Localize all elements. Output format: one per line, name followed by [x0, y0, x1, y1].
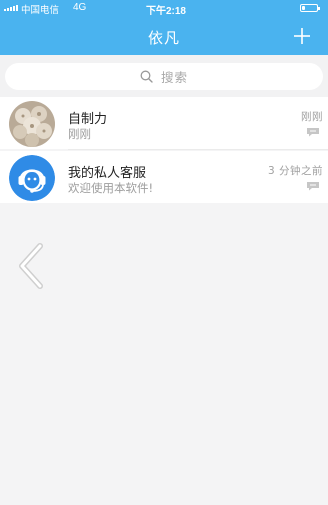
conversation-item-zizhili[interactable]: 自制力 刚刚 刚刚 — [0, 97, 328, 150]
conversation-time: 3 分钟之前 — [267, 165, 323, 177]
conversation-preview: 刚刚 — [68, 127, 91, 141]
conversation-name: 自制力 — [68, 112, 108, 127]
signal-strength-icon — [4, 5, 18, 11]
message-bubble-icon — [307, 182, 319, 191]
carrier-name: 中国电信 — [21, 5, 60, 16]
conversation-name: 我的私人客服 — [68, 166, 147, 181]
page-title: 依凡 — [147, 29, 180, 47]
search-bar: 搜索 — [0, 55, 328, 97]
conversation-preview: 欢迎使用本软件! — [68, 181, 154, 195]
network-type: 4G — [73, 2, 87, 13]
back-button[interactable] — [14, 241, 50, 291]
chevron-left-icon — [19, 243, 43, 289]
message-bubble-icon — [307, 128, 319, 137]
navigation-bar: 依凡 — [0, 17, 328, 55]
conversation-list: 自制力 刚刚 刚刚 我的私人客服 欢迎使用本软件! 3 分钟之前 — [0, 97, 328, 203]
status-time: 下午2:18 — [145, 6, 186, 17]
search-input[interactable]: 搜索 — [5, 63, 323, 90]
divider — [68, 149, 328, 150]
headset-support-icon — [9, 155, 55, 201]
battery-icon — [300, 4, 320, 12]
photo-avatar — [9, 101, 55, 147]
status-bar: 中国电信 4G 下午2:18 — [0, 0, 328, 17]
add-button[interactable] — [290, 24, 314, 48]
conversation-item-support[interactable]: 我的私人客服 欢迎使用本软件! 3 分钟之前 — [0, 151, 328, 203]
plus-icon — [294, 28, 310, 44]
search-placeholder: 搜索 — [160, 70, 188, 85]
search-icon — [140, 70, 153, 83]
conversation-time: 刚刚 — [301, 111, 323, 123]
